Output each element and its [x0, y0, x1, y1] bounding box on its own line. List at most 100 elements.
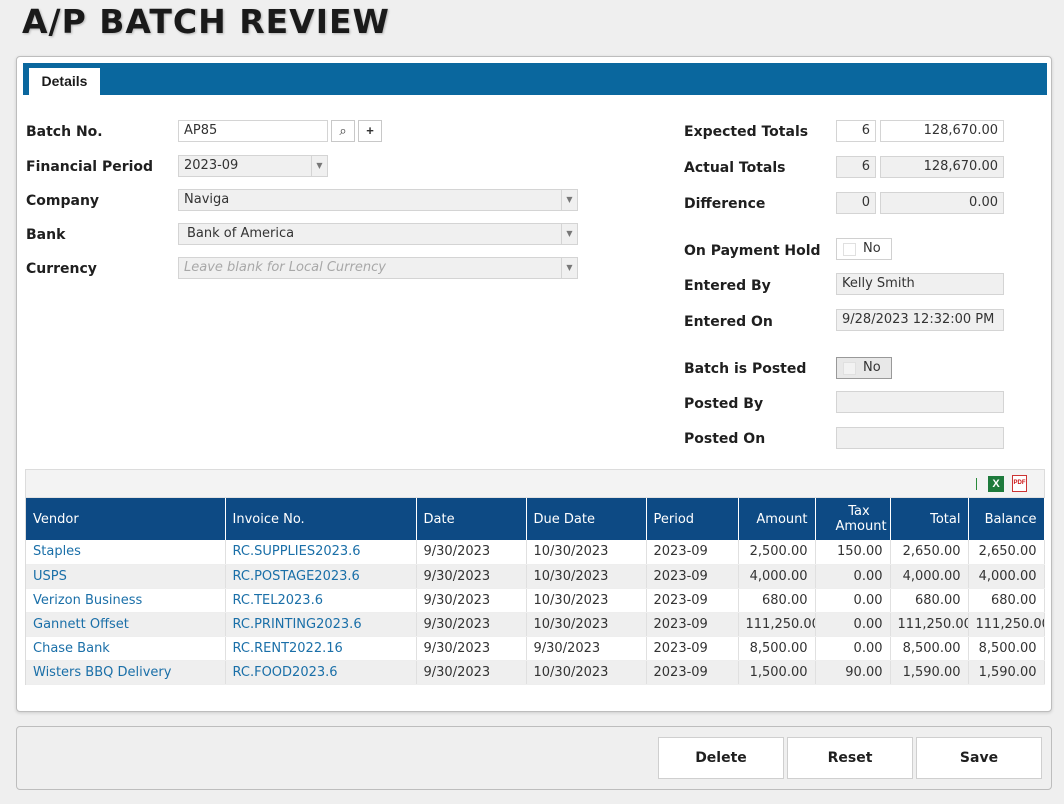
total-cell: 680.00 [890, 588, 969, 613]
total-cell: 111,250.00 [890, 612, 969, 637]
amount-cell: 8,500.00 [738, 636, 816, 661]
batch-is-posted-value: No [863, 360, 881, 375]
company-label: Company [26, 193, 100, 209]
search-batch-button[interactable]: ⌕ [331, 120, 355, 142]
due-date-cell: 9/30/2023 [526, 636, 647, 661]
date-cell: 9/30/2023 [416, 564, 527, 589]
currency-select[interactable]: Leave blank for Local Currency ▼ [178, 257, 578, 279]
balance-cell: 8,500.00 [968, 636, 1045, 661]
balance-cell: 111,250.00 [968, 612, 1045, 637]
col-header-due-date[interactable]: Due Date [526, 498, 647, 540]
col-header-tax-amount[interactable]: Tax Amount [815, 498, 891, 540]
invoice-link[interactable]: RC.RENT2022.16 [233, 641, 343, 656]
financial-period-select[interactable]: 2023-09 ▼ [178, 155, 328, 177]
on-payment-hold-toggle[interactable]: No [836, 238, 892, 260]
vendor-link[interactable]: Gannett Offset [33, 617, 129, 632]
vendor-link[interactable]: USPS [33, 569, 67, 584]
entered-on-label: Entered On [684, 314, 773, 330]
chevron-down-icon[interactable]: ▼ [311, 156, 327, 176]
total-cell: 4,000.00 [890, 564, 969, 589]
expected-count-field[interactable]: 6 [836, 120, 876, 142]
toolbar-separator [976, 478, 977, 490]
page-title: A/P BATCH REVIEW [22, 2, 390, 41]
col-header-period[interactable]: Period [646, 498, 739, 540]
on-payment-hold-value: No [863, 241, 881, 256]
posted-by-label: Posted By [684, 396, 764, 412]
batch-is-posted-toggle[interactable]: No [836, 357, 892, 379]
vendor-link[interactable]: Chase Bank [33, 641, 110, 656]
checkbox-icon [843, 362, 856, 375]
excel-icon[interactable]: X [988, 476, 1004, 492]
actual-amount-field: 128,670.00 [880, 156, 1004, 178]
table-row[interactable]: Staples RC.SUPPLIES2023.6 9/30/2023 10/3… [26, 540, 1045, 565]
tax-cell: 0.00 [815, 612, 891, 637]
tax-cell: 0.00 [815, 564, 891, 589]
company-select[interactable]: Naviga ▼ [178, 189, 578, 211]
financial-period-label: Financial Period [26, 159, 154, 175]
table-row[interactable]: Verizon Business RC.TEL2023.6 9/30/2023 … [26, 588, 1045, 613]
tab-bar: Details [23, 63, 1047, 95]
table-row[interactable]: Gannett Offset RC.PRINTING2023.6 9/30/20… [26, 612, 1045, 637]
due-date-cell: 10/30/2023 [526, 540, 647, 565]
action-bar: Delete Reset Save [16, 726, 1052, 790]
balance-cell: 680.00 [968, 588, 1045, 613]
chevron-down-icon[interactable]: ▼ [561, 258, 577, 278]
batch-no-label: Batch No. [26, 124, 103, 140]
period-cell: 2023-09 [646, 612, 739, 637]
invoice-grid: X PDF Vendor Invoice No. Date Due Date P… [25, 469, 1045, 685]
date-cell: 9/30/2023 [416, 540, 527, 565]
invoice-link[interactable]: RC.TEL2023.6 [233, 593, 323, 608]
delete-button[interactable]: Delete [658, 737, 784, 779]
actual-totals-label: Actual Totals [684, 160, 786, 176]
period-cell: 2023-09 [646, 540, 739, 565]
chevron-down-icon[interactable]: ▼ [561, 190, 577, 210]
total-cell: 8,500.00 [890, 636, 969, 661]
amount-cell: 1,500.00 [738, 660, 816, 685]
col-header-total[interactable]: Total [890, 498, 969, 540]
period-cell: 2023-09 [646, 588, 739, 613]
table-row[interactable]: Chase Bank RC.RENT2022.16 9/30/2023 9/30… [26, 636, 1045, 661]
vendor-link[interactable]: Wisters BBQ Delivery [33, 665, 171, 680]
batch-no-field[interactable]: AP85 [178, 120, 328, 142]
financial-period-value: 2023-09 [184, 158, 239, 173]
vendor-link[interactable]: Verizon Business [33, 593, 142, 608]
pdf-icon[interactable]: PDF [1012, 475, 1027, 492]
period-cell: 2023-09 [646, 636, 739, 661]
total-cell: 1,590.00 [890, 660, 969, 685]
bank-select[interactable]: Bank of America ▼ [178, 223, 578, 245]
vendor-link[interactable]: Staples [33, 544, 81, 559]
balance-cell: 4,000.00 [968, 564, 1045, 589]
col-header-balance[interactable]: Balance [968, 498, 1045, 540]
date-cell: 9/30/2023 [416, 612, 527, 637]
invoice-table: Vendor Invoice No. Date Due Date Period … [26, 498, 1045, 685]
currency-label: Currency [26, 261, 97, 277]
difference-count-field: 0 [836, 192, 876, 214]
table-row[interactable]: Wisters BBQ Delivery RC.FOOD2023.6 9/30/… [26, 660, 1045, 685]
date-cell: 9/30/2023 [416, 660, 527, 685]
save-button[interactable]: Save [916, 737, 1042, 779]
invoice-link[interactable]: RC.SUPPLIES2023.6 [233, 544, 361, 559]
entered-by-label: Entered By [684, 278, 771, 294]
expected-amount-field[interactable]: 128,670.00 [880, 120, 1004, 142]
tab-details[interactable]: Details [28, 67, 101, 95]
plus-icon: + [366, 123, 374, 138]
reset-button[interactable]: Reset [787, 737, 913, 779]
tax-cell: 90.00 [815, 660, 891, 685]
invoice-link[interactable]: RC.PRINTING2023.6 [233, 617, 362, 632]
table-row[interactable]: USPS RC.POSTAGE2023.6 9/30/2023 10/30/20… [26, 564, 1045, 589]
col-header-date[interactable]: Date [416, 498, 527, 540]
invoice-link[interactable]: RC.FOOD2023.6 [233, 665, 338, 680]
add-batch-button[interactable]: + [358, 120, 382, 142]
col-header-invoice[interactable]: Invoice No. [225, 498, 417, 540]
col-header-amount[interactable]: Amount [738, 498, 816, 540]
chevron-down-icon[interactable]: ▼ [561, 224, 577, 244]
grid-toolbar: X PDF [26, 470, 1044, 498]
posted-on-label: Posted On [684, 431, 766, 447]
on-payment-hold-label: On Payment Hold [684, 243, 821, 259]
table-header-row: Vendor Invoice No. Date Due Date Period … [26, 498, 1045, 540]
invoice-link[interactable]: RC.POSTAGE2023.6 [233, 569, 360, 584]
details-panel: Details Batch No. AP85 ⌕ + Financial Per… [16, 56, 1052, 712]
balance-cell: 1,590.00 [968, 660, 1045, 685]
col-header-vendor[interactable]: Vendor [26, 498, 226, 540]
tax-cell: 0.00 [815, 588, 891, 613]
